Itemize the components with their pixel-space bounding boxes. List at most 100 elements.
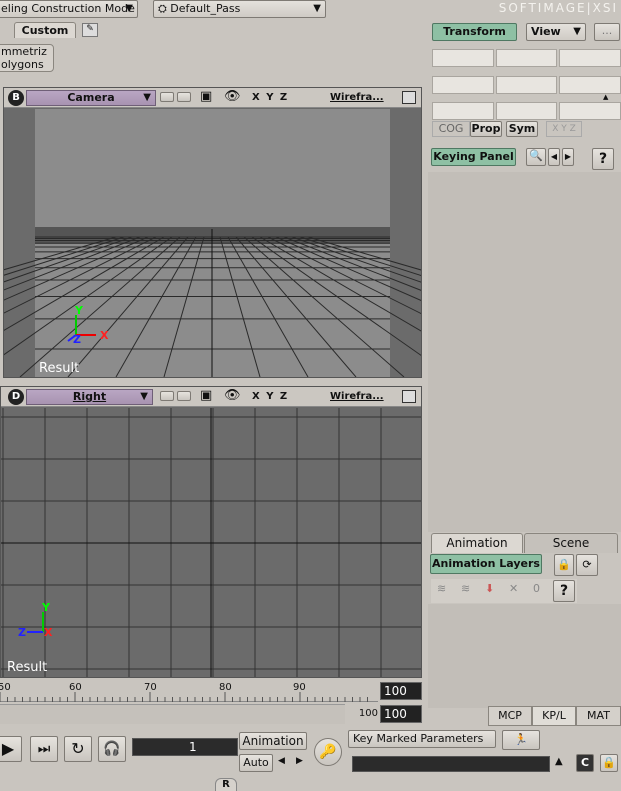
- layer-toolbar: ≋ ≋ ⬇ ✕ 0 ?: [431, 579, 577, 603]
- transform-field[interactable]: [496, 102, 557, 120]
- tab-mat[interactable]: MAT: [576, 706, 621, 726]
- current-frame-field[interactable]: 1: [132, 738, 238, 756]
- animation-button[interactable]: Animation: [239, 732, 307, 750]
- view-dropdown[interactable]: Right ▼: [26, 389, 153, 405]
- prop-button[interactable]: Prop: [470, 121, 502, 137]
- transform-field[interactable]: [559, 102, 621, 120]
- help-button[interactable]: ?: [553, 580, 575, 602]
- camera-icon[interactable]: ▣: [200, 89, 212, 104]
- viewport-camera[interactable]: B Camera ▼ ▣ 👁 X Y Z Wirefra... Y X Z Re…: [3, 87, 422, 378]
- memo-button[interactable]: [160, 92, 174, 102]
- tab-animation[interactable]: Animation: [431, 533, 523, 553]
- symmetrize-polygons-button[interactable]: mmetriz olygons: [0, 44, 54, 72]
- playback-bar: ▶ ⏭ ↻ 🎧 1 Animation Auto ◀ ▶ 🔑 Key Marke…: [0, 728, 621, 791]
- tab-kpl[interactable]: KP/L: [532, 706, 576, 726]
- next-frame-icon[interactable]: ⏭: [30, 736, 58, 762]
- close-icon[interactable]: ✕: [509, 582, 518, 595]
- axis-buttons[interactable]: X Y Z: [252, 92, 287, 103]
- lock-icon[interactable]: 🔒: [600, 754, 618, 772]
- transform-field[interactable]: [559, 49, 621, 67]
- end-frame-field[interactable]: 100: [380, 682, 422, 700]
- range-end-field[interactable]: 100: [380, 705, 422, 723]
- range-slider[interactable]: [0, 704, 345, 724]
- display-mode-menu[interactable]: Wirefra...: [330, 92, 384, 103]
- transform-field[interactable]: [559, 76, 621, 94]
- pass-icon: ⛭: [158, 2, 171, 15]
- eye-icon[interactable]: 👁: [224, 89, 241, 104]
- tab-mcp[interactable]: MCP: [488, 706, 532, 726]
- transform-field[interactable]: [496, 76, 557, 94]
- mode-dropdown[interactable]: eling Construction Mode ▼: [0, 0, 138, 18]
- layers-icon[interactable]: ≋: [461, 582, 470, 595]
- transform-field[interactable]: [432, 49, 494, 67]
- pass-dropdown[interactable]: ⛭ Default_Pass ▼: [153, 0, 326, 18]
- next-key-icon[interactable]: ▶: [296, 756, 303, 766]
- camera-view-canvas[interactable]: Y X Z Result: [4, 109, 421, 377]
- chevron-down-icon: ▼: [573, 26, 581, 37]
- camera-dropdown[interactable]: Camera ▼: [26, 90, 156, 106]
- view-menu[interactable]: View ▼: [526, 23, 586, 41]
- play-icon[interactable]: ▶: [0, 736, 22, 762]
- tab-scene[interactable]: Scene: [524, 533, 618, 553]
- sym-button[interactable]: Sym: [506, 121, 538, 137]
- history-up-icon[interactable]: ▲: [555, 756, 563, 767]
- memo-button[interactable]: [160, 391, 174, 401]
- transform-panel: Transform View ▼ ... ▲ COG Prop Sym X Y Z…: [428, 20, 621, 172]
- viewport-header: D Right ▼ ▣ 👁 X Y Z Wirefra...: [1, 387, 421, 407]
- key-marked-parameters-button[interactable]: Key Marked Parameters: [348, 730, 496, 748]
- eye-icon[interactable]: 👁: [224, 388, 241, 403]
- mode-label: eling Construction Mode: [1, 2, 135, 15]
- keying-panel-button[interactable]: Keying Panel: [431, 148, 516, 166]
- maximize-icon[interactable]: [402, 390, 416, 403]
- viewport-letter[interactable]: B: [8, 90, 24, 106]
- xyz-button[interactable]: X Y Z: [546, 121, 582, 137]
- more-button[interactable]: ...: [594, 23, 620, 41]
- maximize-icon[interactable]: [402, 91, 416, 104]
- edit-toolbar-icon[interactable]: ✎: [82, 23, 98, 37]
- help-button[interactable]: ?: [592, 148, 614, 170]
- timeline-ruler[interactable]: 50 60 70 80 90: [0, 680, 378, 702]
- auto-key-button[interactable]: Auto: [239, 754, 273, 772]
- viewport-letter[interactable]: D: [8, 389, 24, 405]
- memo-button[interactable]: [177, 92, 191, 102]
- transform-field[interactable]: [496, 49, 557, 67]
- character-icon[interactable]: 🏃: [502, 730, 540, 750]
- tab-custom[interactable]: Custom: [14, 22, 76, 38]
- viewport-right[interactable]: D Right ▼ ▣ 👁 X Y Z Wirefra... Y Z X Resu…: [0, 386, 422, 678]
- chevron-down-icon: ▼: [143, 92, 151, 103]
- animation-panel: Animation Scene Animation Layers 🔒 ⟳ ≋ ≋…: [428, 532, 621, 726]
- axis-x-label: X: [44, 626, 53, 639]
- chevron-down-icon: ▼: [125, 3, 133, 14]
- command-line-input[interactable]: [352, 756, 550, 772]
- previous-icon[interactable]: ◀: [548, 148, 560, 166]
- lock-icon[interactable]: 🔒: [554, 554, 574, 576]
- layers-add-icon[interactable]: ≋: [437, 582, 446, 595]
- xsi-window: eling Construction Mode ▼ ⛭ Default_Pass ▼…: [0, 0, 621, 791]
- timeline[interactable]: 50 60 70 80 90 100 100 100: [0, 680, 428, 728]
- key-icon[interactable]: 🔑: [314, 738, 342, 766]
- layer-zero-button[interactable]: 0: [533, 582, 540, 595]
- transform-button[interactable]: Transform: [432, 23, 517, 41]
- axis-buttons[interactable]: X Y Z: [252, 391, 287, 402]
- layer-delete-icon[interactable]: ⬇: [485, 582, 494, 595]
- key-icon[interactable]: 🔍: [526, 148, 546, 166]
- animation-layers-button[interactable]: Animation Layers: [430, 554, 542, 574]
- transform-field[interactable]: [432, 102, 494, 120]
- axis-z-label: Z: [18, 626, 26, 639]
- view-label: Right: [72, 390, 107, 403]
- memo-button[interactable]: [177, 391, 191, 401]
- right-view-canvas[interactable]: Y Z X Result: [1, 408, 421, 677]
- camera-icon[interactable]: ▣: [200, 388, 212, 403]
- previous-key-icon[interactable]: ◀: [278, 756, 285, 766]
- bottom-tab-button[interactable]: R: [215, 778, 237, 791]
- top-toolbar: eling Construction Mode ▼ ⛭ Default_Pass ▼…: [0, 0, 621, 20]
- cog-button[interactable]: COG: [432, 121, 470, 137]
- next-icon[interactable]: ▶: [562, 148, 574, 166]
- c-button[interactable]: C: [576, 754, 594, 772]
- display-mode-menu[interactable]: Wirefra...: [330, 391, 384, 402]
- transform-field[interactable]: [432, 76, 494, 94]
- refresh-icon[interactable]: ⟳: [576, 554, 598, 576]
- audio-icon[interactable]: 🎧: [98, 736, 126, 762]
- loop-icon[interactable]: ↻: [64, 736, 92, 762]
- collapse-arrow-icon[interactable]: ▲: [603, 93, 608, 101]
